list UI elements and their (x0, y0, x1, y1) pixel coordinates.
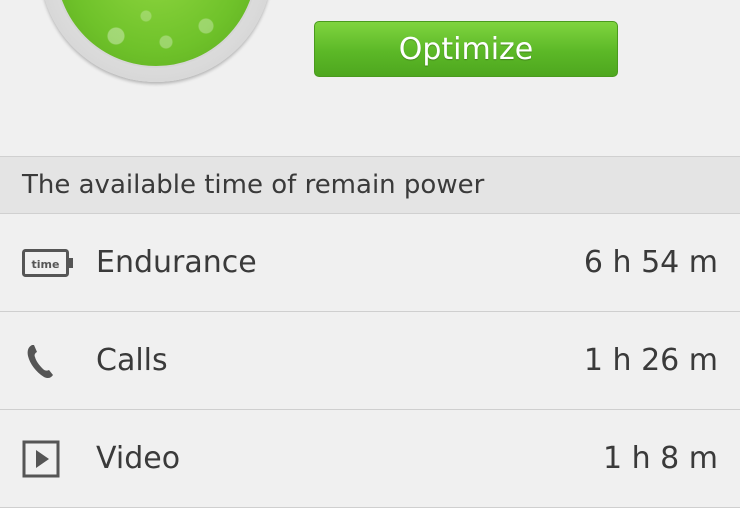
list-item-calls[interactable]: Calls 1 h 26 m (0, 312, 740, 410)
list-item-value: 1 h 8 m (602, 441, 718, 476)
list-item-label: Video (96, 441, 181, 476)
phone-icon (22, 342, 74, 380)
video-play-icon (22, 440, 74, 478)
list-item-value: 1 h 26 m (583, 343, 718, 378)
list-item-label: Endurance (96, 245, 257, 280)
list-item-endurance[interactable]: time Endurance 6 h 54 m (0, 214, 740, 312)
battery-time-icon: time (22, 244, 74, 282)
battery-status-area: Optimize (0, 0, 740, 156)
optimize-button[interactable]: Optimize (314, 21, 618, 77)
list-item-video[interactable]: Video 1 h 8 m (0, 410, 740, 508)
section-header: The available time of remain power (0, 156, 740, 214)
list-item-label: Calls (96, 343, 168, 378)
battery-level-fill (54, 0, 258, 68)
list-item-value: 6 h 54 m (583, 245, 718, 280)
battery-gauge (40, 0, 272, 82)
battery-time-icon-text: time (32, 258, 60, 271)
